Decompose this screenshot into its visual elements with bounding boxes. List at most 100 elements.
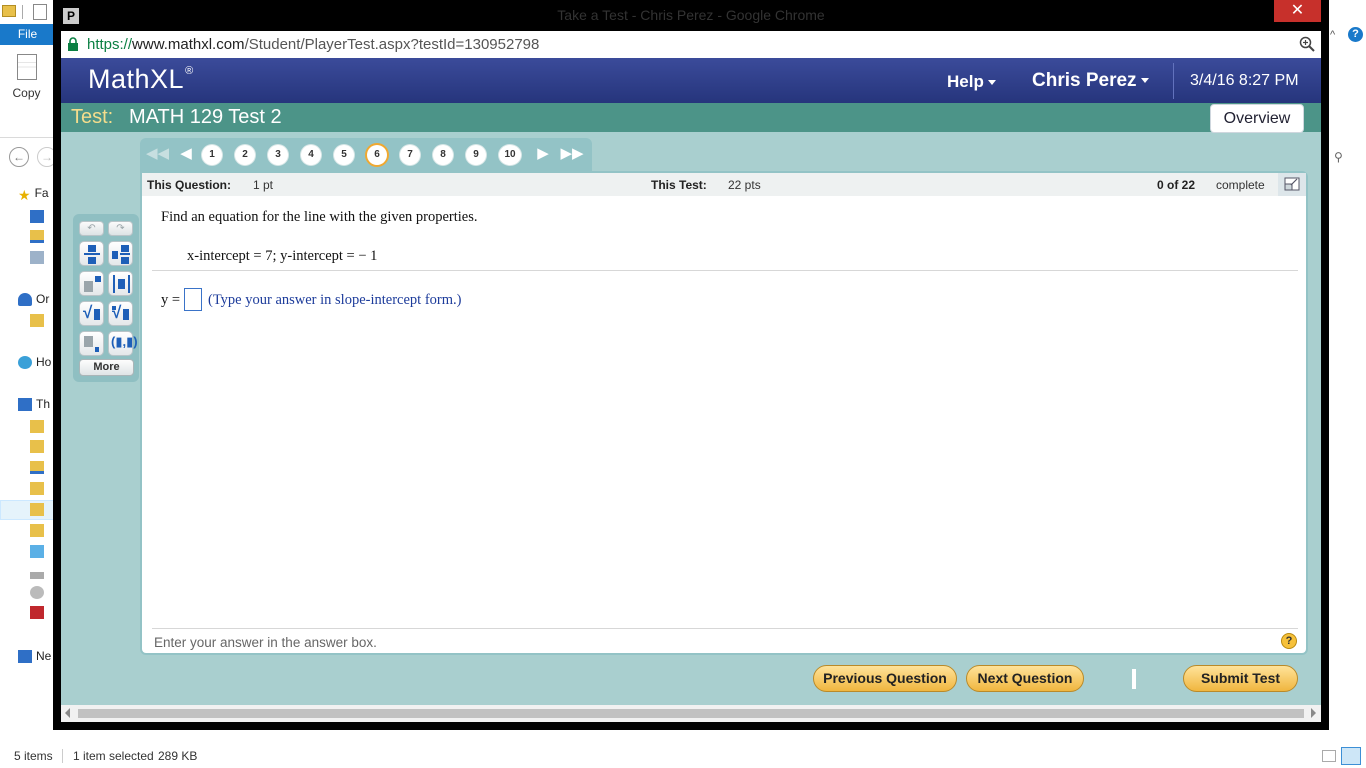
status-selected: 1 item selected xyxy=(73,749,154,763)
tree-item-homegroup[interactable]: Ho xyxy=(18,355,55,373)
logo-text: MathXL xyxy=(88,64,185,94)
zoom-icon[interactable] xyxy=(1299,36,1315,52)
browser-titlebar: P Take a Test - Chris Perez - Google Chr… xyxy=(53,0,1329,30)
next-question-icon[interactable]: ▶ xyxy=(533,145,553,163)
user-menu[interactable]: Chris Perez xyxy=(1032,70,1149,92)
previous-question-button[interactable]: Previous Question xyxy=(813,665,957,692)
overview-button[interactable]: Overview xyxy=(1210,104,1304,133)
previous-question-icon[interactable]: ◀ xyxy=(176,145,196,163)
expand-view-button[interactable] xyxy=(1278,173,1306,196)
redo-icon: ↷ xyxy=(116,223,125,234)
copy-label: Copy xyxy=(12,86,41,100)
question-link-7[interactable]: 7 xyxy=(400,145,420,165)
question-link-1[interactable]: 1 xyxy=(202,145,222,165)
progress-count: 0 of 22 xyxy=(1157,178,1196,192)
nth-root-button[interactable]: √ xyxy=(108,301,133,326)
question-navigator: ◀◀ ◀ 1 2 3 4 5 6 7 8 9 10 ▶ ▶▶ xyxy=(140,138,592,171)
question-divider xyxy=(152,270,1298,271)
help-menu[interactable]: Help xyxy=(947,72,996,92)
file-tab[interactable]: File xyxy=(0,24,55,45)
horizontal-scrollbar[interactable] xyxy=(61,705,1321,722)
fraction-button[interactable] xyxy=(79,241,104,266)
page-viewport: MathXL® Help Chris Perez 3/4/16 8:27 PM … xyxy=(61,58,1321,722)
answer-input[interactable] xyxy=(184,288,202,311)
undo-icon: ↶ xyxy=(87,223,96,234)
question-link-9[interactable]: 9 xyxy=(466,145,486,165)
scroll-right-icon[interactable] xyxy=(1311,708,1316,718)
this-test-points: 22 pts xyxy=(728,178,761,192)
this-test-label: This Test: xyxy=(651,178,707,192)
folder-icon[interactable] xyxy=(2,5,16,17)
toolbar-separator xyxy=(22,5,23,19)
back-button[interactable]: ← xyxy=(9,147,29,167)
question-link-6[interactable]: 6 xyxy=(367,145,387,165)
question-link-8[interactable]: 8 xyxy=(433,145,453,165)
downloads-folder-icon xyxy=(30,230,44,244)
question-link-5[interactable]: 5 xyxy=(334,145,354,165)
help-icon[interactable]: ? xyxy=(1348,27,1363,42)
mathxl-logo: MathXL® xyxy=(88,64,194,95)
this-pc-icon xyxy=(18,398,32,412)
answer-hint: (Type your answer in slope-intercept for… xyxy=(208,292,462,308)
navigation-pane: ★ Fa Or Ho Th Ne xyxy=(0,180,55,740)
search-icon[interactable]: ⚲ xyxy=(1334,150,1343,164)
test-title-bar: Test: MATH 129 Test 2 Overview xyxy=(61,103,1321,133)
test-name: MATH 129 Test 2 xyxy=(129,106,282,128)
address-bar[interactable]: https://www.mathxl.com/Student/PlayerTes… xyxy=(61,31,1321,58)
question-link-3[interactable]: 3 xyxy=(268,145,288,165)
question-help-icon[interactable]: ? xyxy=(1281,633,1297,649)
ribbon-divider xyxy=(0,137,55,138)
tree-item-this-pc[interactable]: Th xyxy=(18,397,55,415)
absolute-value-button[interactable] xyxy=(108,271,133,296)
desktop-icon xyxy=(30,210,44,224)
submit-test-button[interactable]: Submit Test xyxy=(1183,665,1298,692)
dvd-drive-icon xyxy=(30,586,44,600)
pictures-folder-icon xyxy=(30,503,44,517)
first-question-icon[interactable]: ◀◀ xyxy=(146,145,169,163)
status-bar: 5 items 1 item selected 289 KB xyxy=(0,744,1366,768)
mixed-number-button[interactable] xyxy=(108,241,133,266)
url-text[interactable]: https://www.mathxl.com/Student/PlayerTes… xyxy=(87,36,539,53)
exponent-button[interactable] xyxy=(79,271,104,296)
copy-icon xyxy=(16,54,37,80)
url-domain: www.mathxl.com xyxy=(132,36,245,53)
tree-item-label: Or xyxy=(36,292,50,306)
subscript-button[interactable] xyxy=(79,331,104,356)
maximize-button[interactable] xyxy=(1255,4,1275,20)
tree-item-label: Fa xyxy=(34,186,49,200)
registered-mark: ® xyxy=(185,65,194,77)
close-button[interactable]: ✕ xyxy=(1274,0,1321,22)
status-item-count: 5 items xyxy=(14,749,53,763)
user-name: Chris Perez xyxy=(1032,70,1137,91)
undo-button[interactable]: ↶ xyxy=(79,221,104,236)
question-link-10[interactable]: 10 xyxy=(499,145,521,165)
math-palette: ↶ ↷ √ √ (▮,▮) More xyxy=(73,214,139,382)
copy-button[interactable]: Copy xyxy=(4,50,49,100)
next-question-button[interactable]: Next Question xyxy=(966,665,1084,692)
documents-folder-icon xyxy=(30,440,44,454)
window-title: Take a Test - Chris Perez - Google Chrom… xyxy=(557,7,825,23)
last-question-icon[interactable]: ▶▶ xyxy=(560,145,584,163)
question-link-2[interactable]: 2 xyxy=(235,145,255,165)
large-icons-view-icon[interactable] xyxy=(1341,747,1361,765)
onedrive-icon xyxy=(18,293,32,307)
more-button[interactable]: More xyxy=(79,359,134,376)
tree-item-network[interactable]: Ne xyxy=(18,649,55,667)
question-link-4[interactable]: 4 xyxy=(301,145,321,165)
tree-item-favorites[interactable]: ★ Fa xyxy=(18,186,55,204)
properties-icon[interactable] xyxy=(33,4,47,20)
tree-item-label: Ho xyxy=(36,355,52,369)
ordered-pair-button[interactable]: (▮,▮) xyxy=(108,331,138,356)
square-root-button[interactable]: √ xyxy=(79,301,104,326)
explorer-right-controls: ^ ? ⚲ xyxy=(1326,24,1366,174)
details-view-icon[interactable] xyxy=(1322,750,1336,762)
minimize-button[interactable] xyxy=(1229,4,1249,20)
tree-item-onedrive[interactable]: Or xyxy=(18,292,55,310)
scroll-left-icon[interactable] xyxy=(65,708,70,718)
scrollbar-thumb[interactable] xyxy=(78,709,1304,718)
collapse-ribbon-icon[interactable]: ^ xyxy=(1330,29,1335,41)
videos-folder-icon xyxy=(30,524,44,538)
header-divider xyxy=(1173,63,1174,99)
status-separator xyxy=(62,749,63,763)
redo-button[interactable]: ↷ xyxy=(108,221,133,236)
